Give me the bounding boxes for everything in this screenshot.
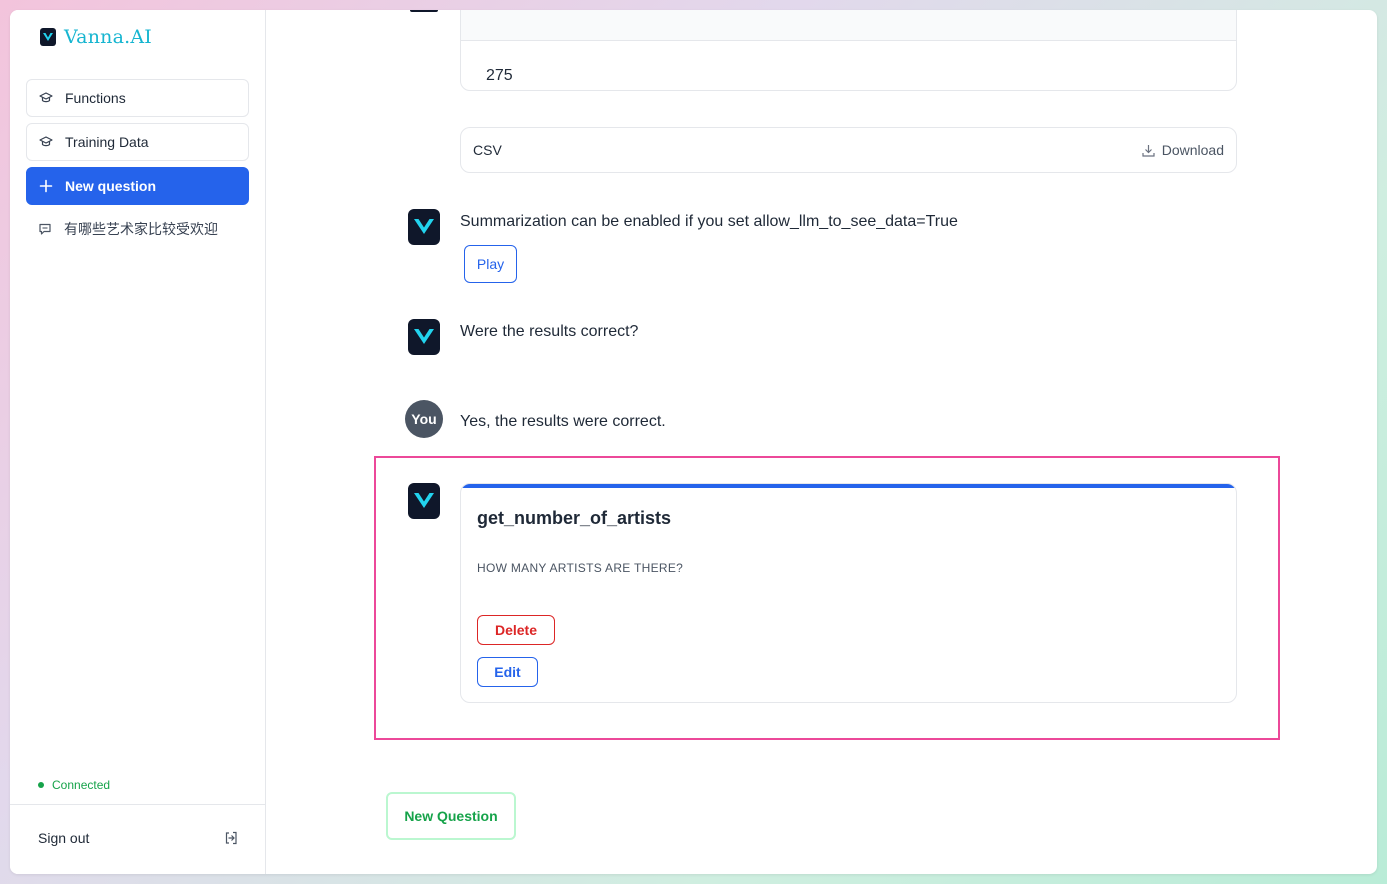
user-reply: Yes, the results were correct. — [460, 413, 666, 430]
training-data-label: Training Data — [65, 134, 149, 150]
result-table: 275 — [460, 10, 1237, 91]
chat-area: 275 CSV Download Summarization can be en… — [266, 10, 1377, 874]
vanna-avatar-icon — [408, 319, 440, 355]
summary-message: Summarization can be enabled if you set … — [460, 213, 958, 230]
feedback-question: Were the results correct? — [460, 323, 639, 340]
sidebar-divider — [10, 804, 266, 805]
sign-out-icon — [224, 831, 238, 845]
table-cell: 275 — [486, 67, 513, 84]
training-data-button[interactable]: Training Data — [26, 123, 249, 161]
vanna-logo-icon — [40, 28, 56, 46]
sign-out-label: Sign out — [38, 830, 90, 846]
sidebar-history-item[interactable]: 有哪些艺术家比较受欢迎 — [26, 217, 249, 241]
function-description: HOW MANY ARTISTS ARE THERE? — [477, 561, 684, 575]
csv-bar: CSV Download — [460, 127, 1237, 173]
sidebar: Vanna.AI Functions Training Data New que… — [10, 10, 266, 874]
user-avatar: You — [405, 400, 443, 438]
assistant-avatar-partial — [410, 10, 438, 12]
new-question-label: New question — [65, 178, 157, 194]
status-label: Connected — [52, 778, 111, 792]
functions-button[interactable]: Functions — [26, 79, 249, 117]
status-dot-icon — [38, 782, 44, 788]
vanna-avatar-icon — [408, 483, 440, 519]
connection-status: Connected — [38, 778, 110, 792]
function-card-accent — [461, 484, 1236, 488]
brand-name: Vanna.AI — [64, 26, 152, 48]
new-question-button[interactable]: New Question — [386, 792, 516, 840]
chat-bubble-icon — [38, 222, 52, 236]
download-icon — [1142, 144, 1155, 157]
vanna-avatar-icon — [408, 209, 440, 245]
table-header-row — [461, 10, 1236, 41]
download-label: Download — [1161, 142, 1224, 158]
graduation-cap-icon — [39, 135, 53, 149]
new-question-sidebar-button[interactable]: New question — [26, 167, 249, 205]
app-window: Vanna.AI Functions Training Data New que… — [10, 10, 1377, 874]
edit-button[interactable]: Edit — [477, 657, 538, 687]
play-button[interactable]: Play — [464, 245, 517, 283]
delete-button[interactable]: Delete — [477, 615, 555, 645]
graduation-cap-icon — [39, 91, 53, 105]
function-name: get_number_of_artists — [477, 508, 672, 528]
brand[interactable]: Vanna.AI — [40, 26, 152, 48]
function-card: get_number_of_artists HOW MANY ARTISTS A… — [460, 483, 1237, 703]
plus-icon — [39, 179, 53, 193]
download-button[interactable]: Download — [1142, 142, 1224, 158]
sign-out-button[interactable]: Sign out — [38, 830, 238, 846]
csv-label: CSV — [473, 142, 502, 158]
functions-label: Functions — [65, 90, 126, 106]
history-item-label: 有哪些艺术家比较受欢迎 — [64, 221, 218, 237]
